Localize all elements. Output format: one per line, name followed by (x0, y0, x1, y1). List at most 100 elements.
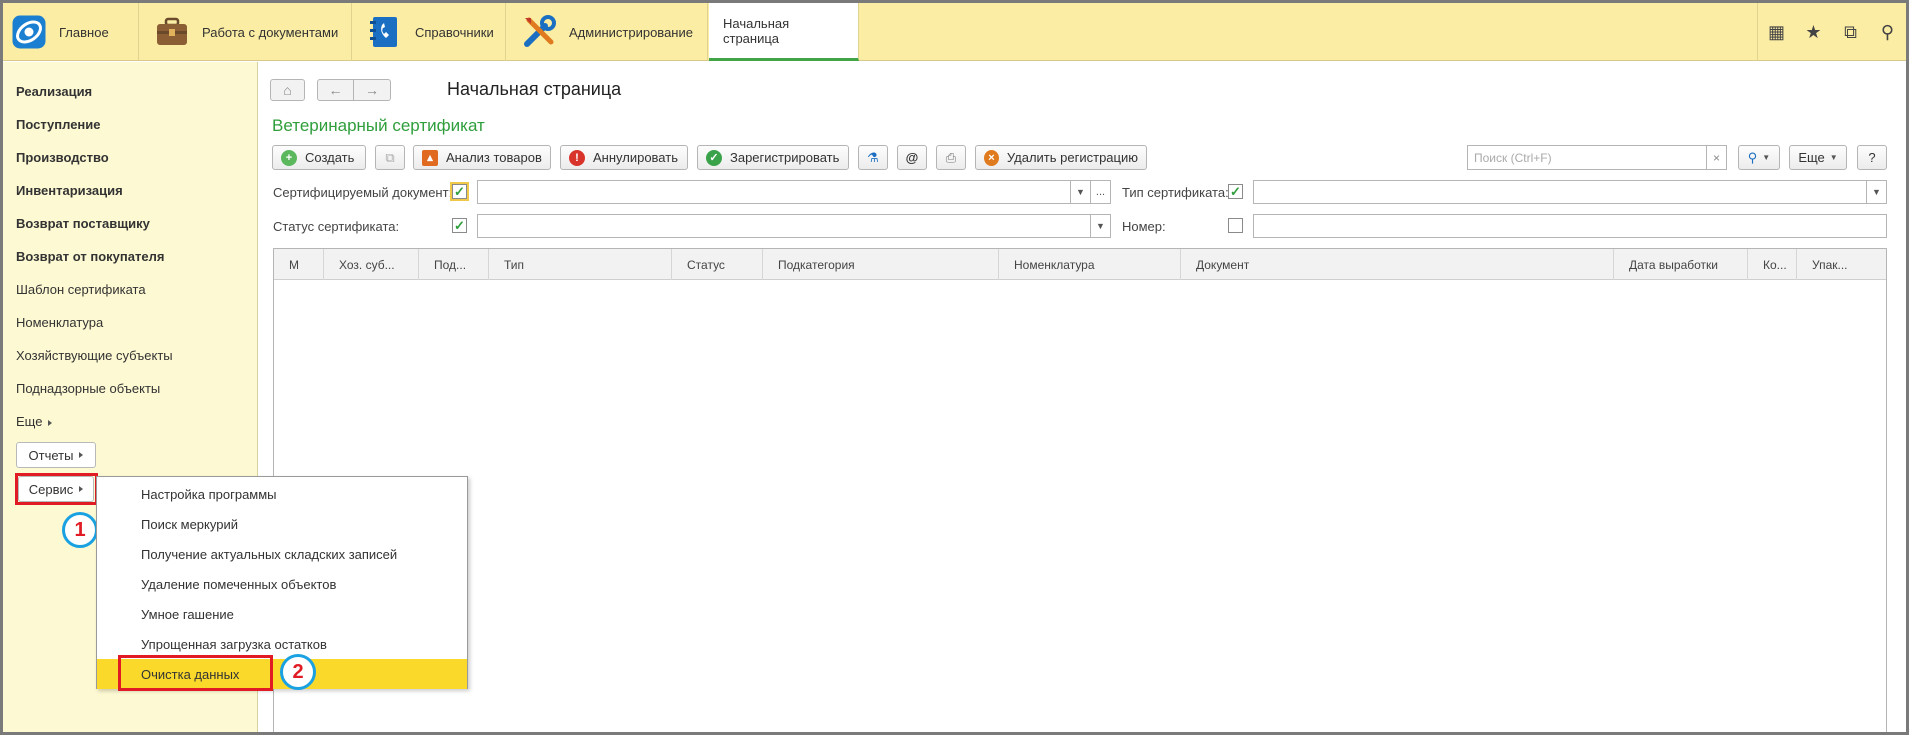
sidebar-item-return-from-customer[interactable]: Возврат от покупателя (16, 249, 164, 264)
certificates-table[interactable]: М Хоз. суб... Под... Тип Статус Подкатег… (273, 248, 1887, 732)
tools-icon (521, 14, 557, 50)
tab-administration[interactable]: Администрирование (507, 3, 708, 61)
caret-right-icon (79, 452, 84, 458)
status-label: Статус сертификата: (273, 219, 400, 234)
sidebar-item-supervised-objects[interactable]: Поднадзорные объекты (16, 381, 160, 396)
reports-button[interactable]: Отчеты (16, 442, 96, 468)
status-dropdown[interactable]: ▼ (1091, 214, 1111, 238)
dropdown-arrow-icon: ▼ (1762, 153, 1771, 162)
tab-home-page[interactable]: Начальная страница (709, 3, 859, 61)
sidebar-item-nomenclature[interactable]: Номенклатура (16, 315, 103, 330)
cert-doc-field[interactable] (477, 180, 1071, 204)
sidebar-item-return-to-supplier[interactable]: Возврат поставщику (16, 216, 150, 231)
column-quantity[interactable]: Ко... (1748, 249, 1797, 280)
status-field[interactable] (477, 214, 1091, 238)
sidebar-item-sales[interactable]: Реализация (16, 84, 92, 99)
cert-doc-dropdown[interactable]: ▼ (1071, 180, 1091, 204)
sidebar-item-business-entities[interactable]: Хозяйствующие субъекты (16, 348, 173, 363)
home-button[interactable]: ⌂ (270, 79, 305, 101)
find-button[interactable]: ⚲ ▼ (1738, 145, 1780, 170)
column-m[interactable]: М (274, 249, 324, 280)
sidebar-item-certificate-template[interactable]: Шаблон сертификата (16, 282, 146, 297)
column-packaging[interactable]: Упак... (1797, 249, 1886, 280)
copy-button[interactable]: ⧉ (375, 145, 405, 170)
tab-references[interactable]: Справочники (353, 3, 506, 61)
tab-administration-label: Администрирование (569, 24, 693, 40)
column-status[interactable]: Статус (672, 249, 763, 280)
menu-item-delete-marked[interactable]: Удаление помеченных объектов (97, 569, 467, 599)
apps-grid-icon[interactable]: ▦ (1758, 3, 1795, 61)
column-type[interactable]: Тип (489, 249, 672, 280)
menu-item-smart-redemption[interactable]: Умное гашение (97, 599, 467, 629)
cert-doc-checkbox[interactable]: ✓ (450, 182, 469, 201)
cert-doc-select-button[interactable]: ... (1091, 180, 1111, 204)
column-supervised-object[interactable]: Под... (419, 249, 489, 280)
analyze-goods-button-label: Анализ товаров (446, 150, 542, 165)
column-production-date[interactable]: Дата выработки (1614, 249, 1748, 280)
back-button[interactable]: ← (317, 79, 354, 101)
annul-button-label: Аннулировать (593, 150, 678, 165)
status-checkbox[interactable]: ✓ (452, 218, 467, 233)
search-icon[interactable]: ⚲ (1869, 3, 1906, 61)
more-actions-label: Еще (1798, 150, 1825, 165)
help-button[interactable]: ? (1857, 145, 1887, 170)
column-nomenclature[interactable]: Номенклатура (999, 249, 1181, 280)
number-field[interactable] (1253, 214, 1887, 238)
search-magnifier-icon: ⚲ (1747, 149, 1758, 165)
cert-type-dropdown[interactable]: ▼ (1867, 180, 1887, 204)
cert-type-checkbox[interactable]: ✓ (1228, 184, 1243, 199)
favorites-star-icon[interactable]: ★ (1795, 3, 1832, 61)
top-right-tools: ▦ ★ ⧉ ⚲ (1757, 3, 1906, 61)
print-button[interactable]: ⎙ (936, 145, 966, 170)
shield-red-icon: ! (569, 149, 585, 166)
sidebar-item-more-label: Еще (16, 414, 43, 429)
callout-step-1: 1 (62, 512, 98, 548)
email-button[interactable]: @ (897, 145, 927, 170)
plus-icon: + (281, 149, 297, 166)
history-icon[interactable]: ⧉ (1832, 3, 1869, 61)
column-document[interactable]: Документ (1181, 249, 1614, 280)
highlight-data-cleanup (118, 655, 273, 691)
tab-documents-label: Работа с документами (202, 24, 339, 40)
create-button-label: Создать (305, 150, 355, 165)
table-header: М Хоз. суб... Под... Тип Статус Подкатег… (274, 249, 1886, 280)
dropdown-arrow-icon: ▼ (1829, 153, 1838, 162)
forward-button[interactable]: → (353, 79, 391, 101)
search-clear-button[interactable]: × (1707, 145, 1727, 170)
column-subcategory[interactable]: Подкатегория (763, 249, 999, 280)
cert-type-label: Тип сертификата: (1122, 185, 1229, 200)
tab-main-label: Главное (59, 24, 109, 40)
more-actions-button[interactable]: Еще ▼ (1789, 145, 1847, 170)
tab-documents[interactable]: Работа с документами (140, 3, 352, 61)
number-label: Номер: (1122, 219, 1166, 234)
caret-right-icon (48, 420, 53, 426)
sidebar-item-receipts[interactable]: Поступление (16, 117, 101, 132)
delete-registration-button[interactable]: × Удалить регистрацию (975, 145, 1147, 170)
column-business-entity[interactable]: Хоз. суб... (324, 249, 419, 280)
menu-item-program-settings[interactable]: Настройка программы (97, 479, 467, 509)
shield-green-icon: ✓ (706, 149, 722, 166)
analyze-goods-button[interactable]: ▴ Анализ товаров (413, 145, 551, 170)
page-title: Начальная страница (447, 79, 622, 99)
menu-item-get-stock-records[interactable]: Получение актуальных складских записей (97, 539, 467, 569)
sidebar-item-production[interactable]: Производство (16, 150, 109, 165)
reports-button-label: Отчеты (28, 447, 74, 463)
create-button[interactable]: + Создать (272, 145, 366, 170)
microscope-button[interactable]: ⚗ (858, 145, 888, 170)
highlight-service-button (15, 473, 98, 505)
search-input[interactable]: Поиск (Ctrl+F) (1467, 145, 1707, 170)
app-logo-icon (11, 14, 47, 50)
cert-type-field[interactable] (1253, 180, 1867, 204)
annul-button[interactable]: ! Аннулировать (560, 145, 688, 170)
tab-references-label: Справочники (415, 24, 494, 40)
number-checkbox[interactable] (1228, 218, 1243, 233)
tab-main[interactable]: Главное (3, 3, 139, 61)
callout-step-2: 2 (280, 654, 316, 690)
tab-home-page-label: Начальная страница (723, 15, 790, 46)
analyze-icon: ▴ (422, 149, 438, 166)
app-window: Главное Работа с документами Справочники… (0, 0, 1909, 735)
menu-item-mercury-search[interactable]: Поиск меркурий (97, 509, 467, 539)
sidebar-item-more[interactable]: Еще (16, 414, 53, 429)
register-button[interactable]: ✓ Зарегистрировать (697, 145, 849, 170)
sidebar-item-inventory[interactable]: Инвентаризация (16, 183, 123, 198)
